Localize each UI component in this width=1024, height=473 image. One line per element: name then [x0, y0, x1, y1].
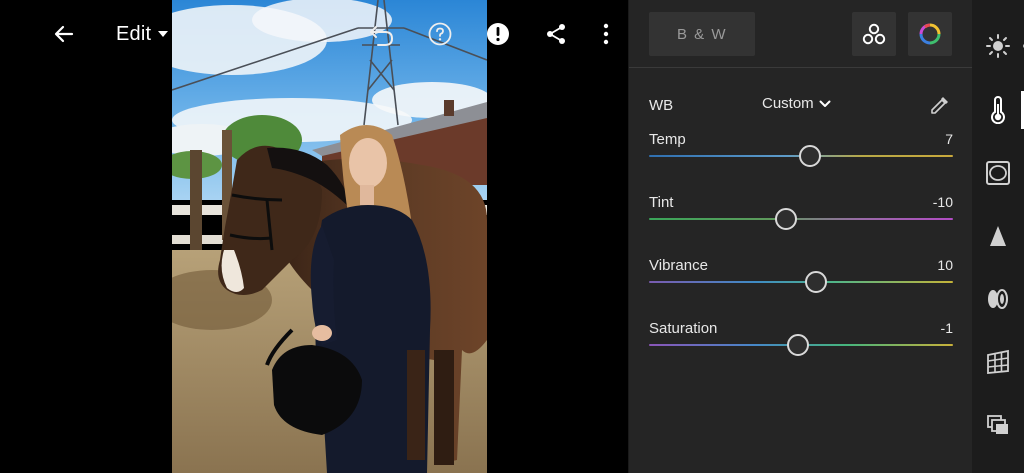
- light-tool-button[interactable]: [978, 26, 1018, 66]
- exclamation-circle-icon: [487, 23, 509, 45]
- share-button[interactable]: [540, 18, 572, 50]
- saturation-slider: Saturation -1: [649, 320, 953, 370]
- help-button[interactable]: [424, 18, 456, 50]
- white-balance-dropdown[interactable]: Custom: [762, 95, 831, 112]
- caret-down-icon: [158, 31, 169, 37]
- temp-slider: Temp 7: [649, 131, 953, 181]
- undo-icon: [370, 26, 394, 46]
- slider-value: 10: [937, 257, 953, 273]
- effects-icon: [986, 161, 1010, 185]
- eyedropper-button[interactable]: [927, 92, 953, 118]
- eyedropper-icon: [931, 97, 948, 114]
- black-white-button[interactable]: B & W: [649, 12, 755, 56]
- color-tool-button[interactable]: [978, 90, 1018, 130]
- effects-tool-button[interactable]: [978, 153, 1018, 193]
- slider-label: Saturation: [649, 320, 718, 337]
- color-mix-button[interactable]: [908, 12, 952, 56]
- slider-track[interactable]: [649, 218, 953, 220]
- slider-value: -1: [940, 320, 953, 336]
- white-balance-label: WB: [649, 97, 674, 114]
- arrow-left-icon: [54, 25, 74, 43]
- versions-icon: [987, 415, 1008, 434]
- edit-mode-label: Edit: [116, 22, 152, 45]
- optics-tool-button[interactable]: [978, 279, 1018, 319]
- more-vertical-icon: [603, 23, 609, 45]
- light-icon: [986, 34, 1010, 58]
- undo-button[interactable]: [366, 18, 398, 50]
- slider-label: Vibrance: [649, 257, 708, 274]
- detail-tool-button[interactable]: [978, 216, 1018, 256]
- slider-value: -10: [932, 194, 953, 210]
- slider-thumb[interactable]: [786, 334, 809, 356]
- share-icon: [547, 24, 565, 44]
- photo-canvas[interactable]: Edit: [0, 0, 628, 473]
- edit-mode-dropdown[interactable]: Edit: [116, 20, 169, 48]
- white-balance-row: WB Custom: [649, 92, 953, 118]
- slider-label: Temp: [649, 131, 686, 148]
- vibrance-slider: Vibrance 10: [649, 257, 953, 307]
- white-balance-value: Custom: [762, 95, 814, 112]
- slider-track[interactable]: [649, 281, 953, 283]
- question-circle-icon: [428, 22, 452, 46]
- photo-image: [172, 0, 487, 473]
- geometry-icon: [987, 349, 1009, 374]
- optics-icon: [988, 289, 1008, 309]
- tool-rail: [972, 0, 1024, 473]
- alert-button[interactable]: [482, 18, 514, 50]
- color-thermometer-icon: [991, 96, 1005, 124]
- geometry-tool-button[interactable]: [978, 342, 1018, 382]
- top-toolbar: Edit: [0, 0, 628, 68]
- color-adjustment-panel: B & W WB Custom Temp 7 Tint -10 Vibrance…: [628, 0, 973, 473]
- versions-tool-button[interactable]: [978, 405, 1018, 445]
- profiles-icon: [862, 23, 886, 45]
- detail-icon: [990, 226, 1006, 246]
- slider-thumb[interactable]: [799, 145, 822, 167]
- slider-value: 7: [945, 131, 953, 147]
- chevron-down-icon: [819, 100, 831, 107]
- tint-slider: Tint -10: [649, 194, 953, 244]
- more-options-button[interactable]: [590, 18, 622, 50]
- profiles-button[interactable]: [852, 12, 896, 56]
- color-wheel-icon: [919, 23, 941, 45]
- slider-thumb[interactable]: [805, 271, 828, 293]
- back-button[interactable]: [48, 18, 80, 50]
- slider-label: Tint: [649, 194, 674, 211]
- slider-thumb[interactable]: [774, 208, 797, 230]
- panel-header: B & W: [629, 0, 973, 68]
